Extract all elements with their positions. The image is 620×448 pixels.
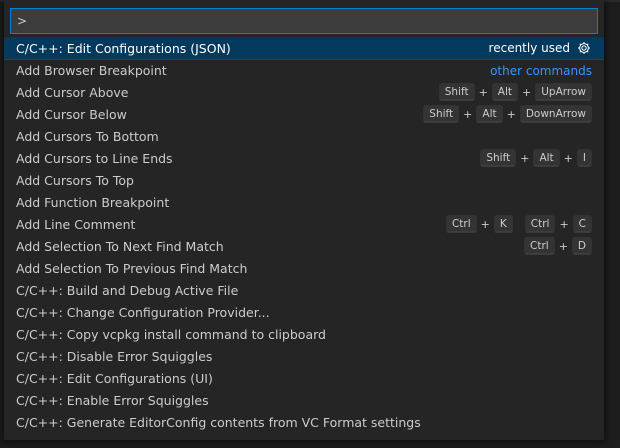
command-item-c-c-enable-error-squiggles[interactable]: C/C++: Enable Error Squiggles (4, 389, 604, 411)
command-item-add-function-breakpoint[interactable]: Add Function Breakpoint (4, 191, 604, 213)
key-plus: + (558, 239, 568, 253)
command-label: Add Selection To Next Find Match (16, 238, 224, 254)
command-item-c-c-generate-editorconfig-contents-from-vc-format-settings[interactable]: C/C++: Generate EditorConfig contents fr… (4, 411, 604, 433)
key-k: K (493, 215, 513, 233)
key-shift: Shift (438, 83, 475, 101)
command-item-add-cursors-to-line-ends[interactable]: Add Cursors to Line Ends Shift + Alt + I (4, 147, 604, 169)
key-c: C (572, 215, 592, 233)
command-item-c-c-build-and-debug-active-file[interactable]: C/C++: Build and Debug Active File (4, 279, 604, 301)
key-ctrl: Ctrl (524, 237, 555, 255)
command-label: Add Function Breakpoint (16, 194, 170, 210)
command-input[interactable] (11, 9, 597, 33)
command-meta: Shift + Alt + UpArrow (433, 83, 592, 101)
command-label: Add Cursor Above (16, 84, 129, 100)
key-plus: + (506, 107, 516, 121)
command-item-c-c-disable-error-squiggles[interactable]: C/C++: Disable Error Squiggles (4, 345, 604, 367)
command-meta: Shift + Alt + DownArrow (417, 105, 592, 123)
command-item-c-c-copy-vcpkg-install-command-to-clipboard[interactable]: C/C++: Copy vcpkg install command to cli… (4, 323, 604, 345)
key-shift: Shift (423, 105, 460, 123)
key-shift: Shift (480, 149, 517, 167)
command-meta: Ctrl + K Ctrl + C (440, 215, 592, 233)
command-meta: other commands (490, 64, 592, 78)
command-item-add-cursors-to-top[interactable]: Add Cursors To Top (4, 169, 604, 191)
command-label: Add Cursors To Top (16, 172, 134, 188)
key-ctrl: Ctrl (524, 215, 556, 233)
command-item-add-cursors-to-bottom[interactable]: Add Cursors To Bottom (4, 125, 604, 147)
keybinding-chord: Ctrl + K (445, 215, 513, 233)
key-plus: + (563, 151, 573, 165)
command-item-c-c-change-configuration-provider[interactable]: C/C++: Change Configuration Provider... (4, 301, 604, 323)
command-label: Add Cursor Below (16, 106, 127, 122)
command-item-add-selection-to-previous-find-match[interactable]: Add Selection To Previous Find Match (4, 257, 604, 279)
command-meta: Shift + Alt + I (474, 149, 592, 167)
command-item-c-c-edit-configurations-json[interactable]: C/C++: Edit Configurations (JSON) recentl… (4, 37, 604, 59)
command-item-add-line-comment[interactable]: Add Line Comment Ctrl + K Ctrl + C (4, 213, 604, 235)
key-uparrow: UpArrow (535, 83, 592, 101)
keybinding-chord: Shift + Alt + UpArrow (438, 83, 592, 101)
key-d: D (571, 237, 592, 255)
command-label: Add Browser Breakpoint (16, 63, 167, 78)
command-label: C/C++: Enable Error Squiggles (16, 392, 209, 408)
command-label: C/C++: Disable Error Squiggles (16, 348, 213, 364)
gear-icon[interactable] (576, 40, 592, 56)
command-label: C/C++: Build and Debug Active File (16, 282, 239, 298)
key-i: I (576, 149, 592, 167)
command-item-add-browser-breakpoint[interactable]: Add Browser Breakpoint other commands (4, 59, 604, 81)
key-alt: Alt (491, 83, 519, 101)
key-plus: + (478, 85, 488, 99)
command-label: C/C++: Copy vcpkg install command to cli… (16, 326, 326, 342)
keybinding-chord: Ctrl + D (524, 237, 592, 255)
command-item-add-selection-to-next-find-match[interactable]: Add Selection To Next Find Match Ctrl + D (4, 235, 604, 257)
command-palette: C/C++: Edit Configurations (JSON) recentl… (4, 0, 604, 440)
command-list: C/C++: Edit Configurations (JSON) recentl… (4, 37, 604, 433)
command-label: Add Line Comment (16, 216, 136, 232)
command-item-add-cursor-above[interactable]: Add Cursor Above Shift + Alt + UpArrow (4, 81, 604, 103)
key-ctrl: Ctrl (445, 215, 477, 233)
command-meta: recently used (489, 40, 592, 56)
key-alt: Alt (533, 149, 560, 167)
key-plus: + (463, 107, 473, 121)
command-meta: Ctrl + D (518, 237, 592, 255)
command-label: C/C++: Change Configuration Provider... (16, 304, 270, 320)
command-label: Add Cursors to Line Ends (16, 150, 173, 166)
key-plus: + (559, 217, 569, 231)
command-label: Add Cursors To Bottom (16, 128, 159, 144)
command-label: C/C++: Edit Configurations (JSON) (16, 40, 231, 56)
command-item-c-c-edit-configurations-ui[interactable]: C/C++: Edit Configurations (UI) (4, 367, 604, 389)
other-commands-link[interactable]: other commands (490, 64, 592, 78)
key-alt: Alt (476, 105, 503, 123)
command-label: C/C++: Generate EditorConfig contents fr… (16, 414, 421, 430)
command-item-add-cursor-below[interactable]: Add Cursor Below Shift + Alt + DownArrow (4, 103, 604, 125)
key-plus: + (522, 85, 532, 99)
command-input-box[interactable] (10, 8, 598, 34)
keybinding-chord: Shift + Alt + I (480, 149, 592, 167)
keybinding-chord: Shift + Alt + DownArrow (423, 105, 592, 123)
recently-used-badge: recently used (488, 41, 570, 55)
key-plus: + (520, 151, 530, 165)
key-downarrow: DownArrow (519, 105, 592, 123)
key-plus: + (480, 217, 490, 231)
command-label: C/C++: Edit Configurations (UI) (16, 370, 213, 386)
command-label: Add Selection To Previous Find Match (16, 260, 248, 276)
keybinding-chord: Ctrl + C (524, 215, 592, 233)
